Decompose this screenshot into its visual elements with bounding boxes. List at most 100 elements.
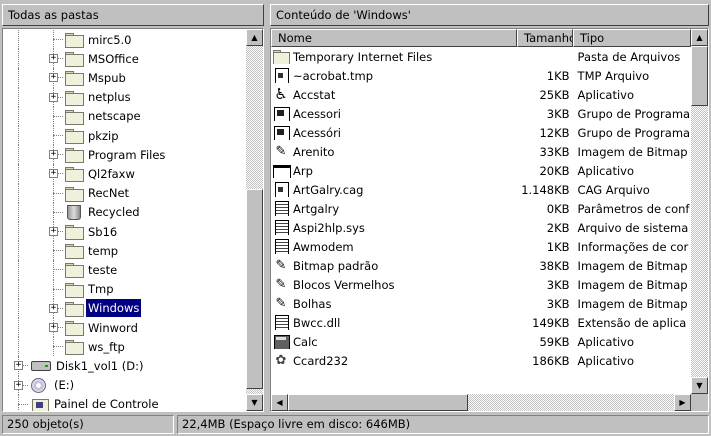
expand-toggle[interactable]: +: [49, 303, 58, 313]
file-size: 3KB: [546, 277, 570, 292]
file-row[interactable]: ✿ Ccard232 186KB Aplicativo: [271, 351, 691, 370]
file-row[interactable]: Calc 59KB Aplicativo: [271, 332, 691, 351]
file-row[interactable]: Temporary Internet Files Pasta de Arquivo…: [271, 47, 691, 66]
file-row[interactable]: ✎ Blocos Vermelhos 3KB Imagem de Bitmap: [271, 275, 691, 294]
folder-icon: [65, 52, 84, 68]
file-row[interactable]: Arp 20KB Aplicativo: [271, 161, 691, 180]
expand-toggle[interactable]: +: [49, 150, 58, 160]
list-scroll-left-button[interactable]: ◀: [271, 394, 288, 411]
file-size: 25KB: [539, 87, 570, 102]
list-vertical-scrollbar[interactable]: ▲ ▼: [691, 29, 708, 394]
file-row[interactable]: ✎ Arenito 33KB Imagem de Bitmap: [271, 142, 691, 161]
scroll-corner: [691, 394, 708, 411]
file-row[interactable]: Bwcc.dll 149KB Extensão de aplica: [271, 313, 691, 332]
tree-item[interactable]: Program Files: [65, 145, 167, 164]
tree-scroll-up-button[interactable]: ▲: [246, 29, 263, 46]
tree-item[interactable]: pkzip: [65, 126, 121, 145]
file-row[interactable]: ♿ Accstat 25KB Aplicativo: [271, 85, 691, 104]
tree-item[interactable]: Disk1_vol1 (D:): [31, 356, 145, 375]
tree-item[interactable]: Winword: [65, 318, 140, 337]
folder-icon: [65, 109, 84, 125]
tree-item[interactable]: (E:): [31, 376, 76, 395]
tree-item-label: teste: [88, 262, 118, 277]
tree-item-label: ws_ftp: [88, 339, 125, 354]
expand-toggle[interactable]: +: [49, 169, 58, 179]
file-name-cell: Temporary Internet Files: [271, 49, 516, 64]
file-name: Acessóri: [293, 125, 342, 140]
card-icon: ✿: [275, 353, 287, 368]
list-scroll-right-button[interactable]: ▶: [674, 394, 691, 411]
expand-toggle[interactable]: +: [14, 380, 23, 390]
tree-item-label: Recycled: [88, 205, 140, 220]
tree-item[interactable]: Windows: [65, 299, 142, 318]
tree-item[interactable]: teste: [65, 260, 119, 279]
file-type: Aplicativo: [577, 353, 635, 368]
file-row[interactable]: ✎ Bitmap padrão 38KB Imagem de Bitmap: [271, 256, 691, 275]
column-name[interactable]: Nome: [271, 29, 517, 47]
file-row[interactable]: Aspi2hlp.sys 2KB Arquivo de sistema: [271, 218, 691, 237]
list-horizontal-scrollbar[interactable]: ◀ ▶: [271, 394, 691, 411]
file-row[interactable]: ✎ Bolhas 3KB Imagem de Bitmap: [271, 294, 691, 313]
tree-connector-line: [53, 288, 63, 290]
tree-item[interactable]: MSOffice: [65, 49, 141, 68]
file-name: ArtGalry.cag: [293, 182, 364, 197]
file-type: Imagem de Bitmap: [577, 144, 688, 159]
expand-toggle[interactable]: +: [49, 227, 58, 236]
all-folders-title: Todas as pastas: [8, 8, 99, 22]
tree-item[interactable]: temp: [65, 241, 120, 260]
expand-toggle[interactable]: +: [49, 323, 58, 332]
file-name: Blocos Vermelhos: [293, 277, 395, 292]
folder-tree-body: mirc5.0 + MSOffice + Mspub + netplus netscape pk…: [3, 29, 247, 411]
tree-scroll-thumb[interactable]: [246, 189, 263, 389]
list-scroll-thumb[interactable]: [691, 46, 708, 106]
tree-item[interactable]: netscape: [65, 107, 143, 126]
tree-item[interactable]: mirc5.0: [65, 30, 133, 49]
expand-toggle[interactable]: +: [49, 92, 58, 102]
bitmap-icon: ✎: [275, 296, 287, 311]
list-hscroll-thumb[interactable]: [288, 394, 468, 411]
tree-scroll-down-button[interactable]: ▼: [246, 394, 263, 411]
tree-item[interactable]: Tmp: [65, 280, 116, 299]
tree-connector-line: [53, 192, 63, 194]
file-name: Arenito: [293, 144, 335, 159]
tree-connector-line: [53, 135, 63, 136]
application-icon: [273, 163, 291, 178]
file-size: 186KB: [532, 353, 570, 368]
program-group-icon: [273, 125, 290, 140]
file-row[interactable]: Acessóri 12KB Grupo de Programa: [271, 123, 691, 142]
expand-toggle[interactable]: +: [49, 54, 58, 64]
file-row[interactable]: ~acrobat.tmp 1KB TMP Arquivo: [271, 66, 691, 85]
expand-toggle[interactable]: +: [49, 73, 58, 83]
tree-connector-line: [18, 222, 19, 242]
tree-item[interactable]: Recycled: [65, 203, 142, 222]
file-row[interactable]: ArtGalry.cag 1.148KB CAG Arquivo: [271, 180, 691, 199]
tree-item[interactable]: Painel de Controle: [31, 395, 161, 411]
tree-item[interactable]: Ql2faxw: [65, 164, 137, 183]
tree-item[interactable]: Sb16: [65, 222, 119, 241]
tree-item[interactable]: ws_ftp: [65, 337, 127, 356]
document-icon: [273, 68, 289, 83]
file-row[interactable]: Acessori 3KB Grupo de Programa: [271, 104, 691, 123]
tree-connector-line: [18, 403, 28, 405]
tree-item[interactable]: netplus: [65, 88, 133, 107]
file-name: Bitmap padrão: [293, 258, 379, 273]
tree-item[interactable]: Mspub: [65, 68, 128, 87]
file-name-cell: ♿ Accstat: [271, 87, 516, 102]
file-size: 3KB: [546, 106, 570, 121]
column-size[interactable]: Tamanho: [517, 29, 573, 47]
tree-item-label: Tmp: [88, 282, 114, 297]
column-type[interactable]: Tipo: [573, 29, 691, 47]
list-scroll-down-button[interactable]: ▼: [691, 377, 708, 394]
tree-item-label: MSOffice: [88, 51, 139, 66]
expand-toggle[interactable]: +: [14, 361, 23, 371]
file-row[interactable]: Awmodem 1KB Informações de cor: [271, 237, 691, 256]
tree-vertical-scrollbar[interactable]: ▲ ▼: [246, 29, 263, 411]
tree-connector-line: [18, 202, 19, 222]
file-size: 2KB: [546, 220, 570, 235]
list-scroll-up-button[interactable]: ▲: [691, 29, 708, 46]
tree-item[interactable]: RecNet: [65, 184, 131, 203]
file-row[interactable]: Artgalry 0KB Parâmetros de conf: [271, 199, 691, 218]
tree-connector-line: [18, 183, 19, 203]
folder-icon: [65, 282, 84, 298]
tree-connector-line: [53, 269, 63, 271]
